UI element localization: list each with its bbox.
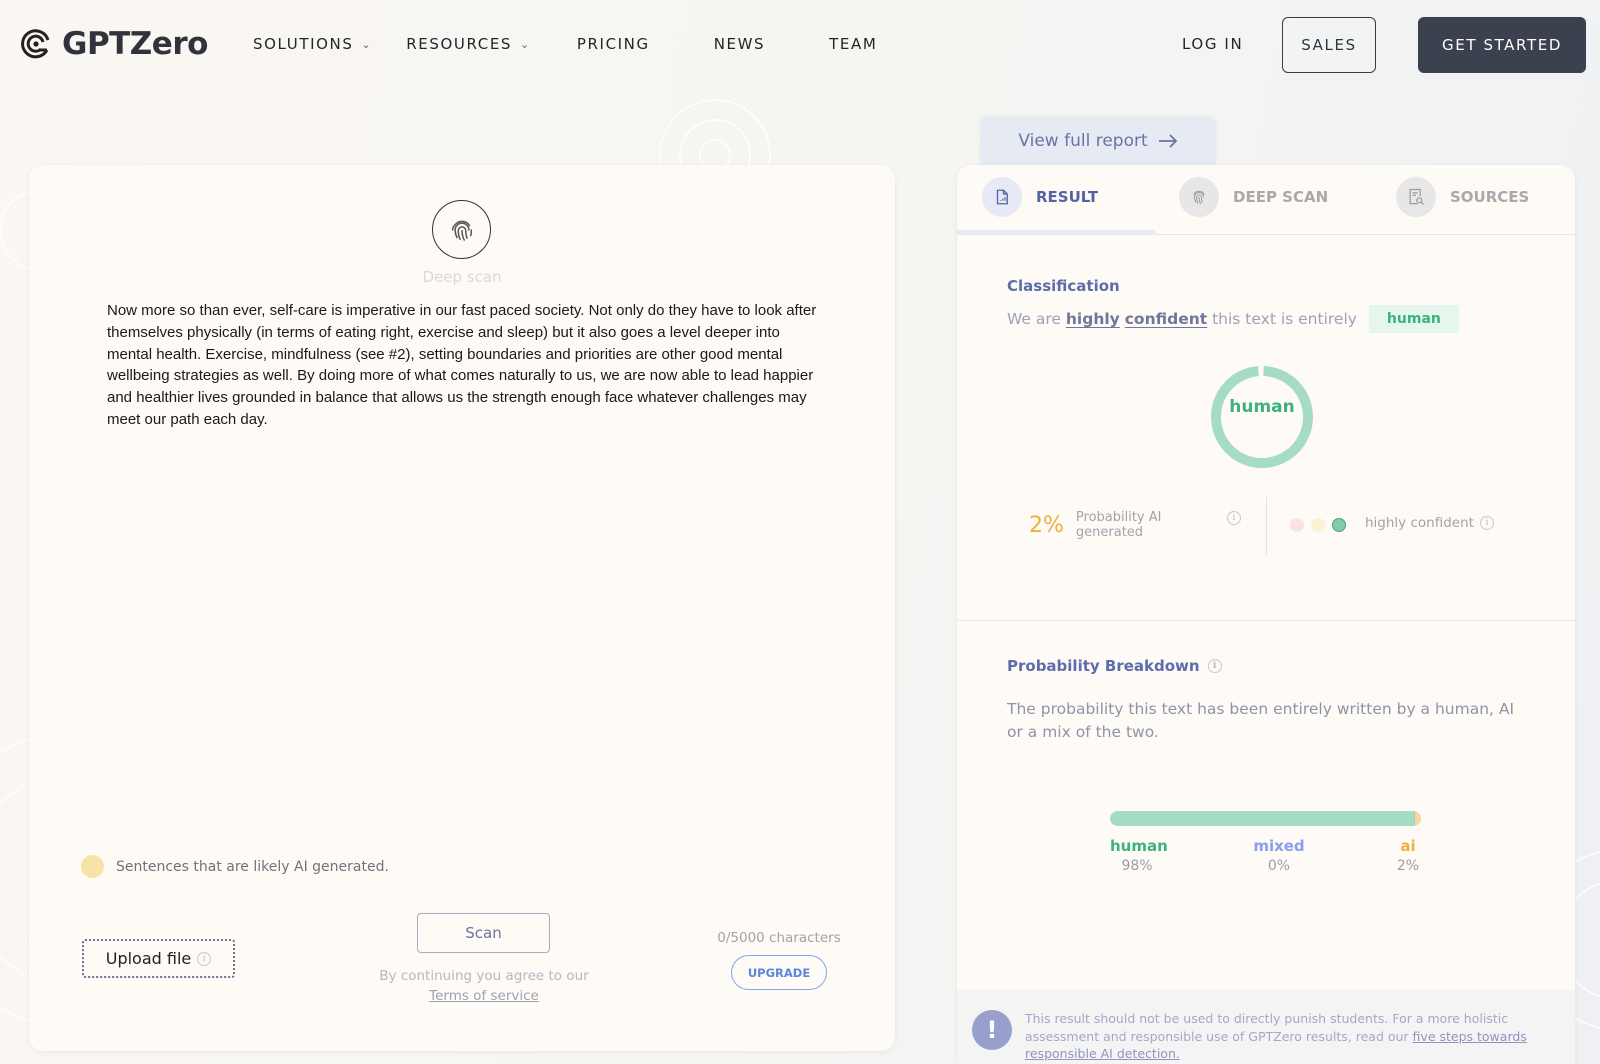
breakdown-ai-value: 2% [1396,858,1420,874]
tab-sources-icon-wrap [1396,177,1436,217]
scan-button[interactable]: Scan [417,913,550,953]
nav-solutions-label: SOLUTIONS [253,35,354,53]
verdict-badge: human [1368,305,1459,333]
view-full-report-label: View full report [1018,131,1148,151]
upgrade-button[interactable]: UPGRADE [731,955,827,990]
breakdown-title-text: Probability Breakdown [1007,657,1200,675]
ai-sentence-legend: Sentences that are likely AI generated. [81,855,389,878]
ai-probability: 2% Probability AI generated [1029,510,1171,540]
fingerprint-icon [1193,190,1205,205]
breakdown-title: Probability Breakdown i [1007,657,1222,675]
file-chart-icon [996,189,1008,205]
breakdown-description: The probability this text has been entir… [1007,700,1515,741]
nav-pricing[interactable]: PRICING [577,35,650,53]
brand-name: GPTZero [62,26,208,62]
classification-donut [1211,366,1313,468]
confidence-word-2[interactable]: confident [1125,310,1207,328]
breakdown-human: human 98% [1110,837,1168,874]
results-card: RESULT DEEP SCAN SOURCES Classification … [957,165,1575,1064]
confidence-dot-high [1332,518,1346,532]
breakdown-human-value: 98% [1121,858,1153,874]
arrow-right-icon [1158,134,1177,148]
terms-notice: By continuing you agree to our Terms of … [374,966,594,1006]
nav-news[interactable]: NEWS [714,35,765,53]
info-icon[interactable]: i [1479,516,1494,530]
breakdown-mixed-value: 0% [1267,858,1291,874]
nav-resources-label: RESOURCES [406,35,513,53]
classification-suffix: this text is entirely [1212,310,1357,328]
breakdown-mixed: mixed 0% [1252,837,1306,874]
tab-deep-scan[interactable]: DEEP SCAN [1179,177,1328,217]
confidence-dot-low [1290,518,1304,532]
probability-bar [1110,811,1421,826]
donut-label: human [1229,397,1295,417]
tab-sources-label: SOURCES [1450,188,1530,206]
nav-team[interactable]: TEAM [829,35,877,53]
tab-deep-scan-label: DEEP SCAN [1233,188,1329,206]
confidence-dot-mid [1311,518,1325,532]
terms-of-service-link[interactable]: Terms of service [429,988,539,1004]
chevron-down-icon: ⌄ [361,37,373,51]
confidence-label-text: highly confident [1365,515,1474,531]
nav-resources[interactable]: RESOURCES ⌄ [406,35,531,53]
tab-result-label: RESULT [1036,188,1099,206]
chevron-down-icon: ⌄ [520,37,531,51]
tab-sources[interactable]: SOURCES [1396,177,1529,217]
info-icon[interactable]: i [197,951,212,966]
donut-human-arc [1211,366,1313,468]
nav-team-label: TEAM [829,35,878,53]
confidence-word-1[interactable]: highly [1066,310,1120,328]
tab-result-icon-wrap [982,177,1022,217]
deep-scan-label: Deep scan [422,268,502,286]
character-count: 0/5000 characters [717,930,841,946]
disclaimer-text: This result should not be used to direct… [1025,1010,1555,1063]
breakdown-ai: ai 2% [1393,837,1423,874]
fingerprint-icon [451,220,472,241]
breakdown-ai-label: ai [1400,837,1416,855]
brand-logo[interactable]: GPTZero [20,26,208,62]
upload-file-button[interactable]: Upload file i [82,939,235,978]
legend-swatch [81,855,104,878]
nav-pricing-label: PRICING [576,35,650,53]
classification-prefix: We are [1007,310,1061,328]
info-icon[interactable]: i [1227,511,1241,525]
get-started-button[interactable]: GET STARTED [1418,17,1586,73]
disclaimer-banner: ! This result should not be used to dire… [957,990,1575,1064]
view-full-report-button[interactable]: View full report [980,117,1216,165]
top-nav: GPTZero SOLUTIONS ⌄ RESOURCES ⌄ PRICING … [0,0,1600,90]
ai-probability-label: Probability AI generated [1075,510,1162,540]
classification-sentence: We are highly confident this text is ent… [1007,305,1459,333]
classification-title: Classification [1007,277,1120,295]
gptzero-logo-icon [21,29,50,59]
ai-probability-value: 2% [1029,512,1064,538]
info-icon[interactable]: i [1207,659,1222,673]
nav-links: SOLUTIONS ⌄ RESOURCES ⌄ PRICING NEWS TEA… [253,35,877,53]
results-tabs: RESULT DEEP SCAN SOURCES [957,165,1575,235]
nav-solutions[interactable]: SOLUTIONS ⌄ [253,35,372,53]
legend-text: Sentences that are likely AI generated. [116,858,389,875]
sales-button[interactable]: SALES [1282,17,1376,73]
document-search-icon [1409,188,1424,205]
tab-deep-scan-icon-wrap [1179,177,1219,217]
section-divider [957,620,1575,621]
divider [1266,497,1267,555]
breakdown-mixed-label: mixed [1253,837,1305,855]
confidence-indicator [1290,518,1346,532]
text-input-card: Deep scan Now more so than ever, self-ca… [29,165,895,1051]
breakdown-human-label: human [1110,837,1168,855]
text-input-area[interactable]: Now more so than ever, self-care is impe… [107,300,822,431]
deep-scan-toggle[interactable] [432,200,491,259]
active-tab-indicator [957,230,1155,235]
terms-prefix: By continuing you agree to our [379,968,589,984]
nav-news-label: NEWS [713,35,766,53]
tab-result[interactable]: RESULT [982,177,1098,217]
bar-segment-ai [1414,811,1421,826]
login-link[interactable]: LOG IN [1182,35,1243,53]
bar-segment-human [1110,811,1414,826]
exclamation-icon: ! [972,1010,1012,1050]
upload-file-label: Upload file [105,949,192,968]
confidence-label: highly confident i [1365,515,1494,531]
